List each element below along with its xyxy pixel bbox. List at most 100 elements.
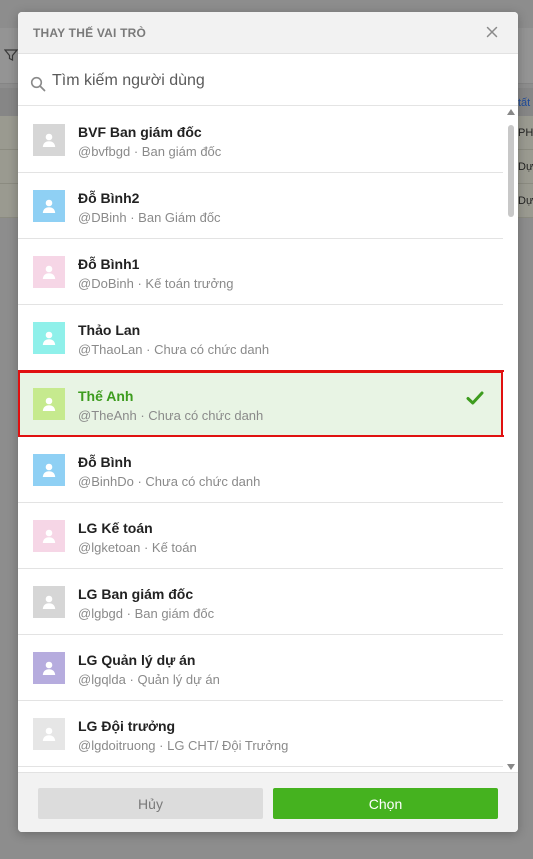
user-list-item[interactable]: LG Kế toán @lgketoan · Kế toán: [18, 503, 503, 569]
avatar: [33, 718, 65, 750]
user-list-item[interactable]: Thế Anh @TheAnh · Chưa có chức danh: [18, 370, 508, 437]
user-username: @lgketoan: [78, 540, 141, 555]
avatar: [33, 454, 65, 486]
scroll-up-arrow-icon[interactable]: [507, 109, 515, 115]
user-icon: [42, 265, 56, 279]
avatar: [33, 322, 65, 354]
user-list-item[interactable]: LG Đội trưởng @lgdoitruong · LG CHT/ Đội …: [18, 701, 503, 767]
user-username: @DoBinh: [78, 276, 134, 291]
user-role: Kế toán trưởng: [145, 276, 234, 291]
user-subtitle: @lgdoitruong · LG CHT/ Đội Trưởng: [78, 738, 288, 753]
user-list-item[interactable]: Đỗ Bình1 @DoBinh · Kế toán trưởng: [18, 239, 503, 305]
scroll-thumb[interactable]: [508, 125, 514, 217]
user-icon: [42, 727, 56, 741]
user-role: Kế toán: [151, 540, 197, 555]
user-icon: [42, 199, 56, 213]
user-username: @BinhDo: [78, 474, 134, 489]
separator: ·: [142, 342, 155, 357]
user-username: @bvfbgd: [78, 144, 131, 159]
user-list-item[interactable]: BVF Ban giám đốc @bvfbgd · Ban giám đốc: [18, 107, 503, 173]
user-subtitle: @lgketoan · Kế toán: [78, 540, 197, 555]
background-cell-text: Dự: [518, 161, 533, 173]
search-icon: [30, 76, 46, 92]
user-name: Đỗ Bình: [78, 454, 132, 470]
background-cell-text: PH: [518, 127, 533, 139]
separator: ·: [125, 672, 138, 687]
dialog-header: THAY THẾ VAI TRÒ: [18, 12, 518, 54]
user-name: LG Quản lý dự án: [78, 652, 196, 668]
user-icon: [42, 463, 56, 477]
user-subtitle: @BinhDo · Chưa có chức danh: [78, 474, 260, 489]
user-list-area: BVF Ban giám đốc @bvfbgd · Ban giám đốc Đỗ…: [18, 107, 518, 772]
user-subtitle: @ThaoLan · Chưa có chức danh: [78, 342, 269, 357]
separator: ·: [126, 210, 139, 225]
user-name: Thảo Lan: [78, 322, 141, 338]
user-subtitle: @lgbgd · Ban giám đốc: [78, 606, 214, 621]
user-subtitle: @bvfbgd · Ban giám đốc: [78, 144, 221, 159]
user-role: Ban giám đốc: [141, 144, 222, 159]
user-subtitle: @lgqlda · Quản lý dự án: [78, 672, 220, 687]
user-username: @ThaoLan: [78, 342, 143, 357]
user-username: @lgdoitruong: [78, 738, 156, 753]
user-list-item[interactable]: LG Quản lý dự án @lgqlda · Quản lý dự án: [18, 635, 503, 701]
avatar: [33, 652, 65, 684]
cancel-button[interactable]: Hủy: [38, 788, 263, 819]
separator: ·: [133, 474, 146, 489]
user-list-item[interactable]: LG Ban giám đốc @lgbgd · Ban giám đốc: [18, 569, 503, 635]
check-icon: [466, 391, 484, 405]
user-icon: [42, 661, 56, 675]
scrollbar[interactable]: [504, 107, 518, 772]
user-role: Ban Giám đốc: [138, 210, 221, 225]
user-username: @DBinh: [78, 210, 127, 225]
user-name: BVF Ban giám đốc: [78, 124, 202, 140]
avatar: [33, 190, 65, 222]
separator: ·: [155, 738, 168, 753]
dialog-footer: Hủy Chọn: [18, 772, 518, 832]
select-button[interactable]: Chọn: [273, 788, 498, 819]
search-input[interactable]: [52, 68, 492, 94]
user-icon: [42, 133, 56, 147]
user-role: Chưa có chức danh: [145, 474, 261, 489]
avatar: [33, 256, 65, 288]
avatar: [33, 388, 65, 420]
user-list-item[interactable]: Đỗ Bình2 @DBinh · Ban Giám đốc: [18, 173, 503, 239]
user-role: Ban giám đốc: [134, 606, 215, 621]
user-name: Đỗ Bình2: [78, 190, 140, 206]
avatar: [33, 124, 65, 156]
user-name: LG Đội trưởng: [78, 718, 176, 734]
user-list: BVF Ban giám đốc @bvfbgd · Ban giám đốc Đỗ…: [18, 107, 508, 767]
user-role: Chưa có chức danh: [148, 408, 264, 423]
background-link: tất: [518, 97, 531, 109]
separator: ·: [123, 606, 135, 621]
background-cell-text: Dự: [518, 195, 533, 207]
user-role: Chưa có chức danh: [154, 342, 270, 357]
user-name: LG Ban giám đốc: [78, 586, 194, 602]
user-list-item[interactable]: Đỗ Bình @BinhDo · Chưa có chức danh: [18, 437, 503, 503]
separator: ·: [130, 144, 142, 159]
user-username: @lgqlda: [78, 672, 126, 687]
avatar: [33, 520, 65, 552]
user-name: Thế Anh: [78, 388, 134, 404]
user-role: Quản lý dự án: [137, 672, 220, 687]
user-icon: [42, 331, 56, 345]
search-bar: [18, 54, 518, 106]
user-icon: [42, 529, 56, 543]
user-username: @TheAnh: [78, 408, 137, 423]
separator: ·: [136, 408, 149, 423]
separator: ·: [133, 276, 146, 291]
user-list-item[interactable]: Thảo Lan @ThaoLan · Chưa có chức danh: [18, 305, 503, 371]
separator: ·: [140, 540, 152, 555]
user-icon: [42, 595, 56, 609]
avatar: [33, 586, 65, 618]
user-icon: [42, 397, 56, 411]
filter-icon: [4, 49, 18, 61]
scroll-down-arrow-icon[interactable]: [507, 764, 515, 770]
user-subtitle: @DoBinh · Kế toán trưởng: [78, 276, 233, 291]
user-subtitle: @TheAnh · Chưa có chức danh: [78, 408, 263, 423]
user-name: LG Kế toán: [78, 520, 153, 536]
close-icon[interactable]: [484, 24, 500, 40]
user-name: Đỗ Bình1: [78, 256, 140, 272]
user-role: LG CHT/ Đội Trưởng: [167, 738, 289, 753]
user-username: @lgbgd: [78, 606, 124, 621]
user-subtitle: @DBinh · Ban Giám đốc: [78, 210, 221, 225]
